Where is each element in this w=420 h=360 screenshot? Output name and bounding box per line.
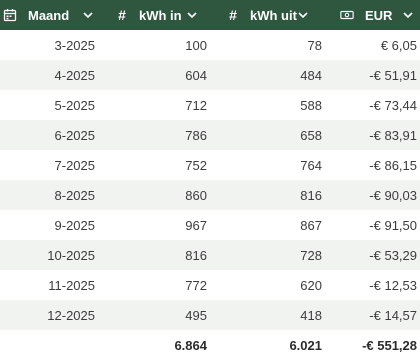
cell-eur: -€ 86,15 <box>369 157 417 173</box>
chevron-down-icon[interactable] <box>186 10 198 20</box>
cell-kwh-uit: 620 <box>300 277 322 293</box>
column-label-maand: Maand <box>28 7 70 23</box>
column-header-maand[interactable]: Maand <box>0 0 105 30</box>
calendar-icon <box>3 8 17 22</box>
cell-kwh-in: 860 <box>185 187 207 203</box>
cell-kwh-uit: 588 <box>300 97 322 113</box>
energy-table: Maand # kWh in # kWh uit EUR 3-2025 100 78… <box>0 0 420 360</box>
cell-maand: 6-2025 <box>54 127 95 143</box>
table-row[interactable]: 11-2025 772 620 -€ 12,53 <box>0 270 420 300</box>
table-row[interactable]: 3-2025 100 78 € 6,05 <box>0 30 420 60</box>
cell-maand: 9-2025 <box>54 217 95 233</box>
chevron-down-icon[interactable] <box>402 10 414 20</box>
hash-icon: # <box>118 7 126 23</box>
cell-kwh-in: 712 <box>185 97 207 113</box>
cell-kwh-uit: 764 <box>300 157 322 173</box>
cell-kwh-in: 786 <box>185 127 207 143</box>
cell-kwh-uit: 658 <box>300 127 322 143</box>
cell-eur: € 6,05 <box>380 37 417 53</box>
cell-maand: 12-2025 <box>47 307 95 323</box>
cell-maand: 11-2025 <box>48 277 95 293</box>
banknote-icon <box>340 8 354 22</box>
column-label-eur: EUR <box>365 7 393 23</box>
chevron-down-icon[interactable] <box>297 10 309 20</box>
column-header-kwh-in[interactable]: # kWh in <box>105 0 217 30</box>
hash-icon: # <box>229 7 237 23</box>
table-row[interactable]: 6-2025 786 658 -€ 83,91 <box>0 120 420 150</box>
cell-eur: -€ 12,53 <box>369 277 417 293</box>
column-label-kwh-uit: kWh uit <box>250 7 297 23</box>
cell-kwh-in: 772 <box>185 277 207 293</box>
cell-maand: 8-2025 <box>54 187 95 203</box>
table-header: Maand # kWh in # kWh uit EUR <box>0 0 420 30</box>
cell-eur: -€ 53,29 <box>369 247 417 263</box>
cell-kwh-in: 752 <box>185 157 207 173</box>
table-row[interactable]: 9-2025 967 867 -€ 91,50 <box>0 210 420 240</box>
column-header-eur[interactable]: EUR <box>329 0 420 30</box>
table-row[interactable]: 4-2025 604 484 -€ 51,91 <box>0 60 420 90</box>
cell-maand: 4-2025 <box>54 67 95 83</box>
table-row[interactable]: 8-2025 860 816 -€ 90,03 <box>0 180 420 210</box>
cell-kwh-in: 816 <box>185 247 207 263</box>
cell-kwh-in: 967 <box>185 217 207 233</box>
chevron-down-icon[interactable] <box>82 10 94 20</box>
cell-kwh-uit: 816 <box>300 187 322 203</box>
cell-eur: -€ 91,50 <box>369 217 417 233</box>
table-row[interactable]: 7-2025 752 764 -€ 86,15 <box>0 150 420 180</box>
cell-kwh-in: 100 <box>185 37 207 53</box>
cell-maand: 5-2025 <box>54 97 95 113</box>
cell-kwh-uit: 867 <box>300 217 322 233</box>
cell-maand: 10-2025 <box>47 247 95 263</box>
cell-eur: -€ 14,57 <box>369 307 417 323</box>
cell-eur: -€ 90,03 <box>369 187 417 203</box>
cell-eur: -€ 83,91 <box>369 127 417 143</box>
cell-eur: -€ 73,44 <box>369 97 417 113</box>
table-body: 3-2025 100 78 € 6,05 4-2025 604 484 -€ 51,91 5-2… <box>0 30 420 330</box>
cell-maand: 3-2025 <box>54 37 95 53</box>
cell-kwh-uit: 418 <box>300 307 322 323</box>
cell-eur: -€ 51,91 <box>369 67 417 83</box>
table-row[interactable]: 12-2025 495 418 -€ 14,57 <box>0 300 420 330</box>
cell-maand: 7-2025 <box>54 157 95 173</box>
column-header-kwh-uit[interactable]: # kWh uit <box>217 0 329 30</box>
table-row[interactable]: 5-2025 712 588 -€ 73,44 <box>0 90 420 120</box>
column-label-kwh-in: kWh in <box>139 7 182 23</box>
total-kwh-in: 6.864 <box>174 337 207 353</box>
total-eur: -€ 551,28 <box>362 337 417 353</box>
total-kwh-uit: 6.021 <box>289 337 322 353</box>
table-row[interactable]: 10-2025 816 728 -€ 53,29 <box>0 240 420 270</box>
cell-kwh-uit: 728 <box>300 247 322 263</box>
cell-kwh-uit: 78 <box>307 37 322 53</box>
cell-kwh-in: 495 <box>185 307 207 323</box>
cell-kwh-uit: 484 <box>300 67 322 83</box>
cell-kwh-in: 604 <box>185 67 207 83</box>
